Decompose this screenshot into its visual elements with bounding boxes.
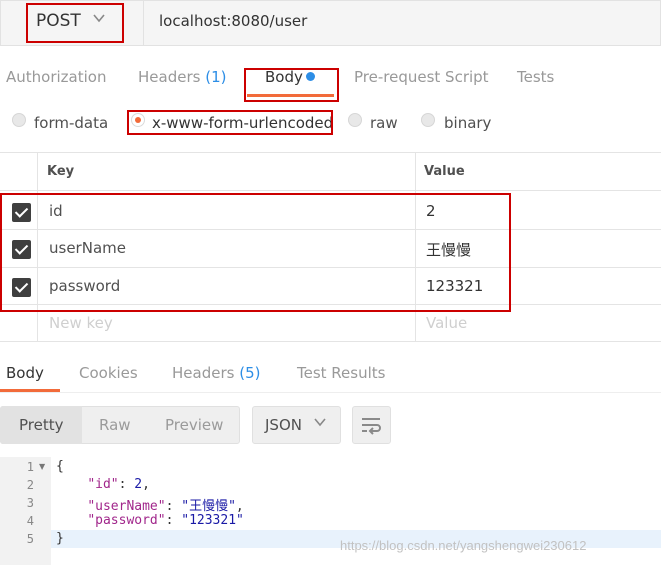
column-header-key: Key xyxy=(47,164,75,179)
radio-raw[interactable] xyxy=(348,113,362,127)
json-value: "王慢慢" xyxy=(181,499,236,514)
column-header-value: Value xyxy=(424,164,465,179)
json-brace: } xyxy=(56,531,64,546)
json-key: "password" xyxy=(87,513,166,528)
response-tab-headers[interactable]: Headers (5) xyxy=(172,364,260,382)
radio-raw-label[interactable]: raw xyxy=(370,114,398,132)
wrap-lines-icon xyxy=(360,415,384,439)
code-line: "userName": "王慢慢", xyxy=(87,499,244,514)
table-header: Key Value xyxy=(0,152,661,190)
chevron-down-icon xyxy=(313,414,327,433)
response-headers-count-badge: (5) xyxy=(239,364,261,382)
table-divider xyxy=(0,341,661,342)
wrap-lines-button[interactable] xyxy=(352,406,391,444)
radio-binary-label[interactable]: binary xyxy=(444,114,491,132)
radio-binary[interactable] xyxy=(421,113,435,127)
divider xyxy=(0,392,661,393)
code-line: { xyxy=(56,459,64,474)
json-value: "123321" xyxy=(181,513,244,528)
json-key: "id" xyxy=(87,477,119,492)
line-number: 3 xyxy=(26,496,34,510)
new-key-input[interactable]: New key xyxy=(49,314,113,332)
preview-button[interactable]: Preview xyxy=(165,416,223,434)
raw-button[interactable]: Raw xyxy=(99,416,131,434)
pretty-button-label[interactable]: Pretty xyxy=(19,416,64,434)
annotation-box-method xyxy=(26,3,124,43)
new-value-input[interactable]: Value xyxy=(426,314,467,332)
fold-arrow-icon[interactable]: ▼ xyxy=(39,462,45,471)
headers-count-badge: (1) xyxy=(205,68,227,86)
tab-tests[interactable]: Tests xyxy=(517,68,554,86)
radio-form-data[interactable] xyxy=(12,113,26,127)
watermark: https://blog.csdn.net/yangshengwei230612 xyxy=(340,538,587,553)
annotation-box-params xyxy=(0,193,511,312)
json-key: "userName" xyxy=(87,499,166,514)
response-tab-cookies[interactable]: Cookies xyxy=(79,364,138,382)
code-line: } xyxy=(56,531,64,546)
annotation-box-urlencoded xyxy=(127,110,333,135)
radio-form-data-label[interactable]: form-data xyxy=(34,114,108,132)
tab-headers-label: Headers xyxy=(138,68,201,86)
response-tab-test-results[interactable]: Test Results xyxy=(297,364,385,382)
code-line: "password": "123321" xyxy=(87,513,244,528)
line-number: 1 xyxy=(26,460,34,474)
url-text: localhost:8080/user xyxy=(159,12,308,30)
tab-prerequest-script[interactable]: Pre-request Script xyxy=(354,68,489,86)
response-tab-body[interactable]: Body xyxy=(6,364,44,382)
json-value: 2 xyxy=(134,477,143,492)
response-tab-headers-label: Headers xyxy=(172,364,235,382)
code-line: "id": 2, xyxy=(87,477,150,492)
table-divider xyxy=(0,190,661,191)
json-brace: { xyxy=(56,459,64,474)
line-number: 2 xyxy=(26,478,34,492)
line-number: 4 xyxy=(26,514,34,528)
line-number: 5 xyxy=(26,532,34,546)
tab-headers[interactable]: Headers (1) xyxy=(138,68,226,86)
annotation-box-body-tab xyxy=(244,68,339,102)
format-select-label: JSON xyxy=(265,416,302,434)
tab-authorization[interactable]: Authorization xyxy=(6,68,106,86)
